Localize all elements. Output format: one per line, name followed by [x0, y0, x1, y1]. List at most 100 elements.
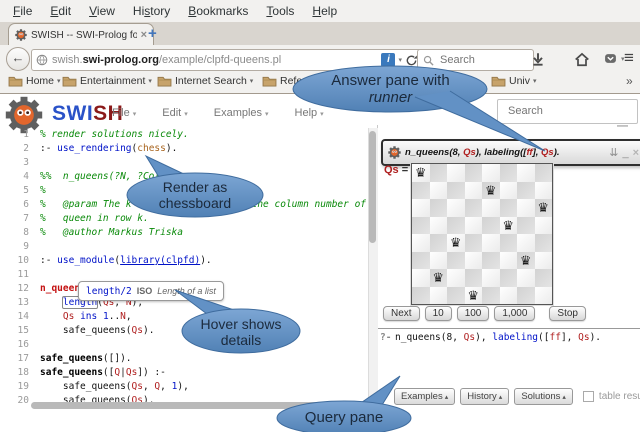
folder-icon	[8, 75, 23, 87]
menubar-item-help[interactable]: Help	[303, 2, 346, 20]
browser-search[interactable]	[417, 49, 534, 71]
editor-line: 4 %% n_queens(?N, ?Cols	[0, 170, 368, 184]
back-button[interactable]: ←	[6, 47, 30, 71]
pane-collapse-icon[interactable]: —	[617, 120, 628, 132]
swish-menu-edit[interactable]: Edit▾	[162, 107, 187, 119]
browser-tab[interactable]: SWISH -- SWI-Prolog fo... ×	[8, 23, 154, 46]
code-token: ).	[590, 332, 601, 343]
board-cell	[412, 252, 430, 270]
hover-tooltip: length/2 ISO Length of a list	[78, 281, 224, 301]
swish-menu-help[interactable]: Help▾	[295, 107, 324, 119]
queen-cell: ♛	[517, 252, 535, 270]
runner-scroll-down-icon[interactable]: ⇊	[609, 146, 618, 159]
identity-caret-icon[interactable]: ▾	[398, 56, 402, 64]
board-cell	[447, 287, 465, 305]
query-menu-solutions[interactable]: Solutions▴	[514, 388, 573, 405]
query-menu-examples[interactable]: Examples▴	[394, 388, 455, 405]
url-path: /example/clpfd-queens.pl	[159, 54, 281, 66]
board-cell	[465, 199, 483, 217]
runner-close-icon[interactable]: ×	[633, 147, 639, 159]
runner-button-100[interactable]: 100	[457, 306, 490, 321]
board-cell	[447, 252, 465, 270]
bookmark-internet-search[interactable]: Internet Search▾	[157, 75, 253, 87]
code-token: ],	[533, 147, 541, 158]
code-line-text: % @param The k-th element of Qs is the c…	[36, 198, 366, 212]
code-editor[interactable]: 1% render solutions nicely.2:- use_rende…	[0, 128, 368, 410]
code-token	[40, 311, 63, 322]
code-token: % @author Markus Triska	[40, 227, 183, 238]
menubar-item-bookmarks[interactable]: Bookmarks	[179, 2, 257, 20]
code-token: % queen in row k.	[40, 213, 149, 224]
swish-menubar: File▾ Edit▾ Examples▾ Help▾	[112, 107, 324, 119]
menubar-item-view[interactable]: View	[80, 2, 124, 20]
swish-menu-examples[interactable]: Examples▾	[214, 107, 269, 119]
code-token: n_queens(8,	[405, 147, 463, 158]
runner-button-1000[interactable]: 1,000	[494, 306, 535, 321]
code-line-text: Qs ins 1..N,	[36, 310, 132, 324]
code-line-text: %% n_queens(?N, ?Cols	[36, 170, 166, 184]
menu-hamburger-icon[interactable]: ≡	[624, 48, 634, 68]
editor-vertical-scrollbar-thumb[interactable]	[369, 131, 376, 243]
editor-line: 3	[0, 156, 368, 170]
board-cell	[482, 199, 500, 217]
editor-line: 10:- use_module(library(clpfd)).	[0, 254, 368, 268]
line-number: 4	[0, 170, 36, 184]
runner-minimize-icon[interactable]: _	[622, 147, 628, 159]
board-cell	[447, 164, 465, 182]
board-cell	[535, 287, 553, 305]
editor-horizontal-scrollbar-thumb[interactable]	[31, 402, 369, 409]
line-number: 18	[0, 366, 36, 380]
runner-button-10[interactable]: 10	[425, 306, 452, 321]
url-bar[interactable]: swish.swi-prolog.org/example/clpfd-queen…	[31, 49, 423, 71]
board-cell	[482, 287, 500, 305]
pocket-icon[interactable]	[604, 52, 617, 65]
code-token: ).	[166, 143, 177, 154]
code-line-text: :- use_module(library(clpfd)).	[36, 254, 212, 268]
bookmark-reference[interactable]: Reference▾	[262, 75, 335, 87]
editor-line: 2:- use_rendering(chess).	[0, 142, 368, 156]
line-number: 2	[0, 142, 36, 156]
query-menu-history[interactable]: History▴	[460, 388, 509, 405]
code-token: %% n_queens(?N, ?Cols	[40, 171, 166, 182]
board-cell	[430, 199, 448, 217]
board-cell	[482, 164, 500, 182]
code-token: ), labeling([	[476, 147, 527, 158]
board-cell	[482, 234, 500, 252]
runner-button-stop[interactable]: Stop	[549, 306, 586, 321]
new-tab-button[interactable]: +	[148, 25, 157, 42]
binding-variable: Qs	[384, 164, 399, 176]
menubar-item-history[interactable]: History	[124, 2, 179, 20]
bookmarks-overflow-chevron[interactable]: »	[626, 74, 633, 88]
runner-button-next[interactable]: Next	[383, 306, 420, 321]
tab-close-icon[interactable]: ×	[141, 29, 147, 41]
query-editor[interactable]: n_queens(8, Qs), labeling([ff], Qs).	[395, 332, 601, 343]
runner-buttons: Next 10 100 1,000 Stop	[383, 306, 586, 321]
bookmark-entertainment[interactable]: Entertainment▾	[62, 75, 152, 87]
bookmark-univ[interactable]: Univ▾	[491, 75, 537, 87]
menubar-item-edit[interactable]: Edit	[41, 2, 80, 20]
downloads-icon[interactable]	[530, 51, 546, 67]
runner-header[interactable]: n_queens(8, Qs), labeling([ff], Qs). ⇊ _…	[381, 139, 640, 166]
home-icon[interactable]	[574, 51, 590, 67]
editor-line: 6% @param The k-th element of Qs is the …	[0, 198, 368, 212]
board-cell	[482, 217, 500, 235]
swish-menu-file[interactable]: File▾	[112, 107, 136, 119]
browser-search-input[interactable]	[438, 53, 512, 67]
swish-search-input[interactable]	[506, 104, 630, 118]
bookmark-home[interactable]: Home▾	[8, 75, 61, 87]
menubar-item-tools[interactable]: Tools	[257, 2, 303, 20]
line-number: 8	[0, 226, 36, 240]
table-results-checkbox[interactable]	[583, 391, 594, 402]
editor-line: 16	[0, 338, 368, 352]
identity-icon[interactable]: i	[381, 53, 395, 67]
caret-up-icon: ▴	[562, 394, 566, 401]
chevron-down-icon: ▾	[533, 77, 537, 85]
code-line-text: safe_queens(Qs).	[36, 324, 154, 338]
chevron-down-icon: ▾	[320, 111, 324, 118]
runner-gear-icon	[388, 146, 401, 159]
code-token: library(clpfd)	[120, 255, 200, 266]
menubar-item-file[interactable]: File	[4, 2, 41, 20]
line-number: 5	[0, 184, 36, 198]
board-cell	[517, 199, 535, 217]
board-cell	[430, 217, 448, 235]
